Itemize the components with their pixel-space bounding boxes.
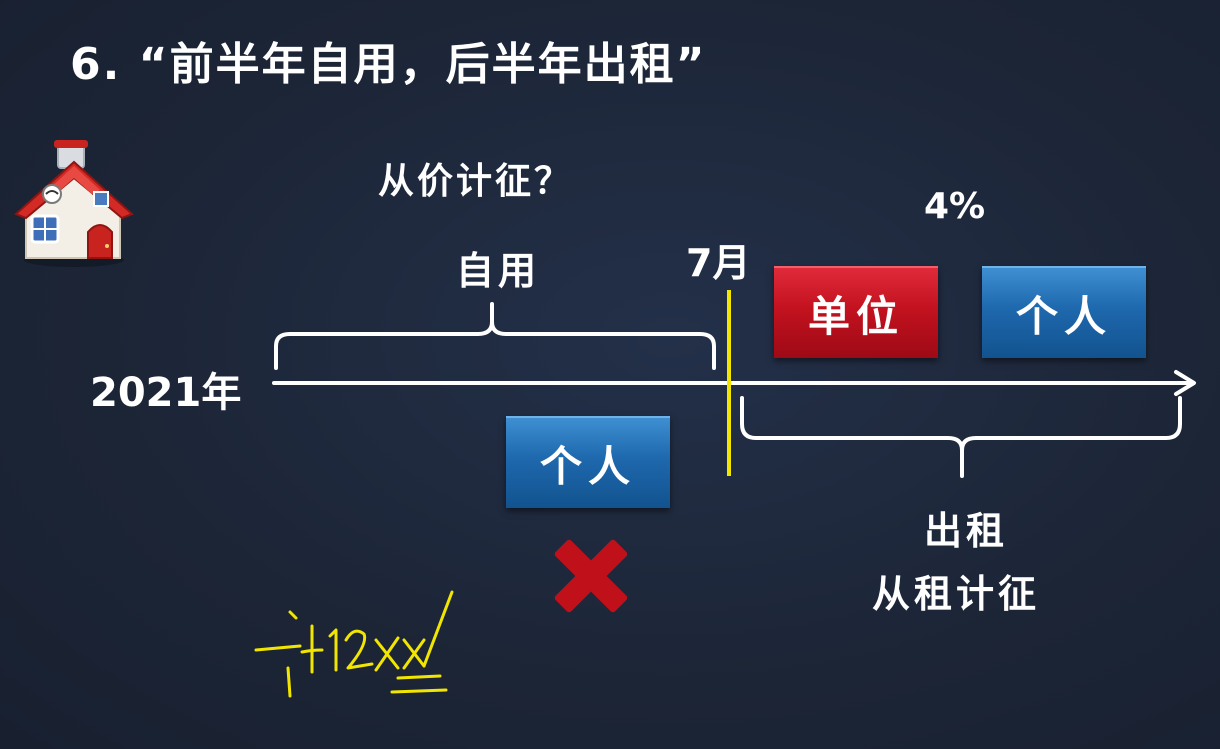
individual-box-top: 个人	[982, 266, 1146, 358]
rent-basis-label: 从租计征	[872, 572, 1041, 616]
slide: 6. “前半年自用，后半年出租” 从价计征？ 自用 7月 4% 2021年 单位…	[0, 0, 1220, 749]
rent-label: 出租	[924, 509, 1009, 553]
handwritten-note	[254, 590, 454, 698]
unit-box: 单位	[774, 266, 938, 358]
self-use-brace	[274, 302, 716, 370]
cross-icon	[554, 539, 628, 613]
timeline-diagram	[254, 290, 1196, 698]
rental-brace	[740, 396, 1182, 478]
individual-box-middle: 个人	[506, 416, 670, 508]
